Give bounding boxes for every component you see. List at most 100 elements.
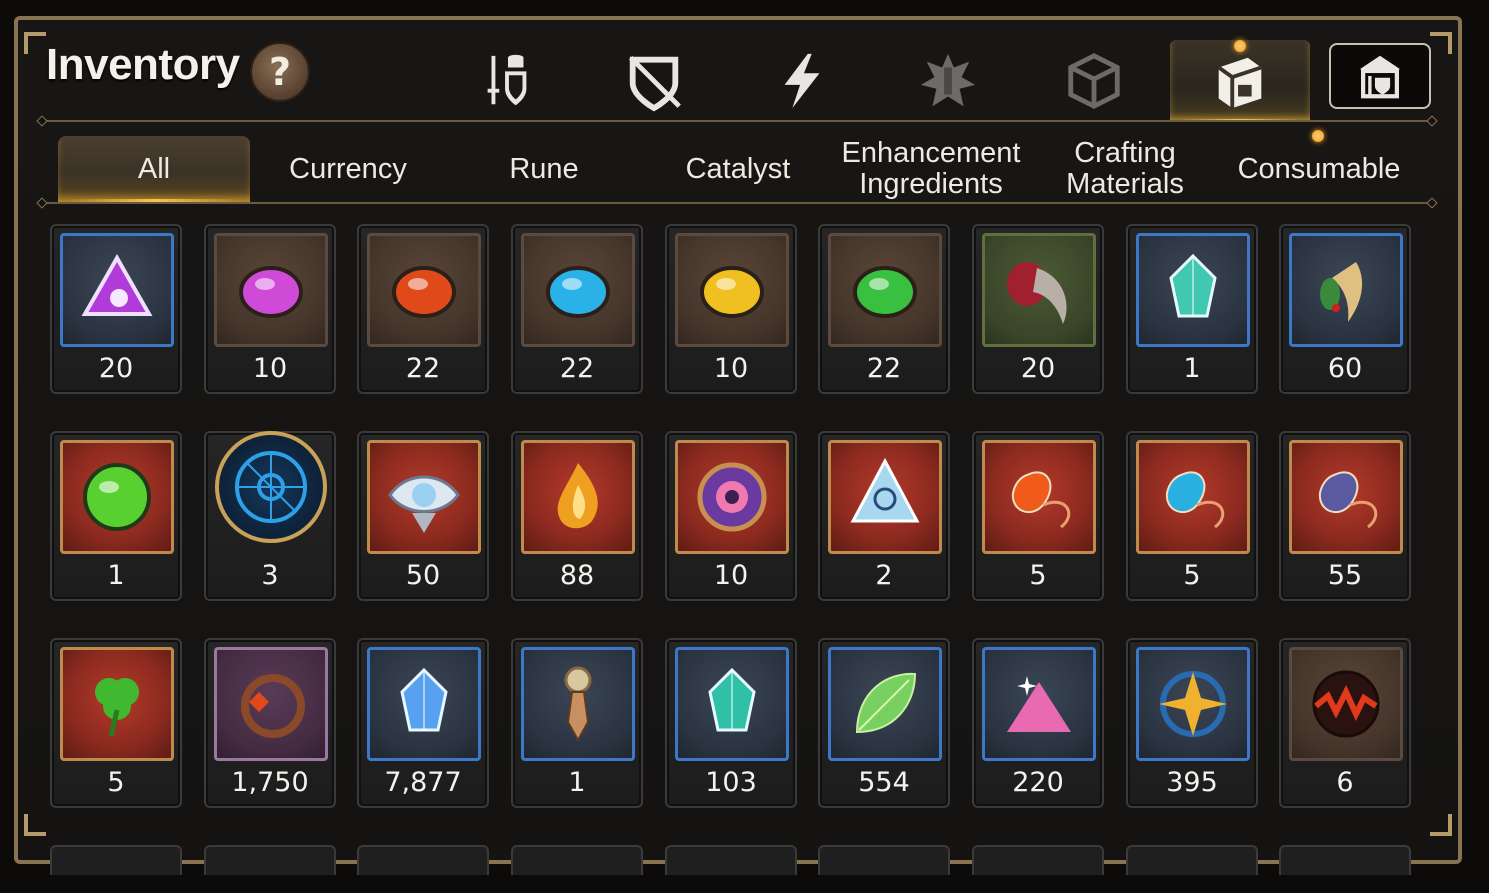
item-slot[interactable]: 220 bbox=[972, 638, 1104, 808]
item-art bbox=[1289, 647, 1403, 761]
item-slot[interactable]: 10 bbox=[204, 224, 336, 394]
item-art bbox=[367, 440, 481, 554]
item-slot[interactable]: 88 bbox=[511, 431, 643, 601]
item-slot[interactable]: 554 bbox=[818, 638, 950, 808]
item-art bbox=[214, 233, 328, 347]
item-slot[interactable]: 20 bbox=[50, 224, 182, 394]
item-count: 395 bbox=[1166, 767, 1218, 798]
item-art bbox=[367, 647, 481, 761]
item-count: 5 bbox=[1183, 560, 1201, 591]
tab-cube[interactable] bbox=[1024, 40, 1164, 122]
item-slot[interactable]: 1,750 bbox=[204, 638, 336, 808]
item-slot-partial[interactable] bbox=[818, 845, 950, 875]
item-slot-partial[interactable] bbox=[357, 845, 489, 875]
cube-icon bbox=[1068, 53, 1120, 109]
item-slot[interactable]: 20 bbox=[972, 224, 1104, 394]
item-art bbox=[828, 647, 942, 761]
item-art bbox=[215, 431, 327, 543]
item-slot[interactable]: 5 bbox=[50, 638, 182, 808]
help-button[interactable]: ? bbox=[250, 42, 310, 102]
item-slot[interactable]: 50 bbox=[357, 431, 489, 601]
item-slot[interactable]: 10 bbox=[665, 224, 797, 394]
frame-corner bbox=[24, 814, 46, 836]
item-slot-partial[interactable] bbox=[511, 845, 643, 875]
item-slot[interactable]: 10 bbox=[665, 431, 797, 601]
item-slot[interactable]: 22 bbox=[511, 224, 643, 394]
item-count: 22 bbox=[405, 353, 441, 384]
item-slot[interactable]: 1 bbox=[50, 431, 182, 601]
teal-prism-icon bbox=[708, 667, 756, 732]
frame-corner bbox=[1430, 814, 1452, 836]
magenta-moon-rune-icon bbox=[239, 266, 303, 318]
item-count: 20 bbox=[98, 353, 134, 384]
item-art bbox=[982, 440, 1096, 554]
item-slot[interactable]: 6 bbox=[1279, 638, 1411, 808]
item-count: 554 bbox=[858, 767, 910, 798]
item-count: 22 bbox=[559, 353, 595, 384]
pink-dust-icon bbox=[1007, 676, 1071, 732]
blue-crystal-icon bbox=[400, 667, 448, 732]
item-count: 22 bbox=[866, 353, 902, 384]
shop-button[interactable] bbox=[1329, 43, 1431, 109]
amber-crystal-icon bbox=[557, 463, 598, 529]
subtab-consumable[interactable]: Consumable bbox=[1222, 136, 1416, 202]
item-art bbox=[60, 647, 174, 761]
tab-equipment[interactable] bbox=[437, 40, 577, 122]
item-slot[interactable]: 7,877 bbox=[357, 638, 489, 808]
item-slot-partial[interactable] bbox=[972, 845, 1104, 875]
item-slot[interactable]: 5 bbox=[1126, 431, 1258, 601]
purple-crescent-rune-icon bbox=[81, 253, 153, 316]
item-art bbox=[1136, 233, 1250, 347]
item-slot[interactable]: 5 bbox=[972, 431, 1104, 601]
item-count: 88 bbox=[559, 560, 595, 591]
subtab-divider bbox=[42, 202, 1432, 204]
fire-charm-icon bbox=[1011, 471, 1071, 529]
subtab-crafting-materials[interactable]: Crafting Materials bbox=[1040, 136, 1210, 202]
item-slot[interactable]: 60 bbox=[1279, 224, 1411, 394]
item-slot-partial[interactable] bbox=[1279, 845, 1411, 875]
pendulum-icon bbox=[564, 666, 592, 743]
tab-bag[interactable] bbox=[1170, 40, 1310, 122]
item-art bbox=[521, 440, 635, 554]
subtab-catalyst[interactable]: Catalyst bbox=[650, 136, 826, 202]
item-slot-partial[interactable] bbox=[204, 845, 336, 875]
item-slot[interactable]: 2 bbox=[818, 431, 950, 601]
orange-rune-icon bbox=[392, 266, 456, 318]
item-art bbox=[521, 647, 635, 761]
frame-corner bbox=[24, 32, 46, 54]
item-art bbox=[60, 233, 174, 347]
subtab-all[interactable]: All bbox=[58, 136, 250, 202]
water-charm-icon bbox=[1165, 471, 1225, 529]
herb-root-icon bbox=[1320, 262, 1363, 322]
tab-emblem[interactable] bbox=[878, 40, 1018, 122]
tab-broken-shield[interactable] bbox=[584, 40, 724, 122]
item-slot[interactable]: 103 bbox=[665, 638, 797, 808]
item-slot-partial[interactable] bbox=[50, 845, 182, 875]
item-count: 1,750 bbox=[231, 767, 309, 798]
subtab-currency[interactable]: Currency bbox=[260, 136, 436, 202]
item-art bbox=[828, 440, 942, 554]
subtab-rune[interactable]: Rune bbox=[456, 136, 632, 202]
shop-icon bbox=[1359, 55, 1401, 99]
item-slot-partial[interactable] bbox=[665, 845, 797, 875]
teal-gem-icon bbox=[1169, 253, 1217, 318]
item-count: 220 bbox=[1012, 767, 1064, 798]
item-slot[interactable]: 55 bbox=[1279, 431, 1411, 601]
item-slot[interactable]: 3 bbox=[204, 431, 336, 601]
item-slot[interactable]: 395 bbox=[1126, 638, 1258, 808]
sword-shield-icon bbox=[487, 54, 527, 106]
item-count: 1 bbox=[107, 560, 125, 591]
item-art bbox=[982, 233, 1096, 347]
item-count: 7,877 bbox=[384, 767, 462, 798]
item-slot[interactable]: 1 bbox=[511, 638, 643, 808]
item-count: 1 bbox=[1183, 353, 1201, 384]
wind-charm-icon bbox=[1318, 471, 1378, 529]
tab-lightning[interactable] bbox=[732, 40, 872, 122]
item-slot[interactable]: 22 bbox=[818, 224, 950, 394]
item-slot[interactable]: 22 bbox=[357, 224, 489, 394]
subtab-enhancement-ingredients[interactable]: Enhancement Ingredients bbox=[832, 136, 1030, 202]
yellow-rune-icon bbox=[700, 266, 764, 318]
item-slot[interactable]: 1 bbox=[1126, 224, 1258, 394]
item-slot-partial[interactable] bbox=[1126, 845, 1258, 875]
triangle-crystal-icon bbox=[850, 457, 920, 523]
